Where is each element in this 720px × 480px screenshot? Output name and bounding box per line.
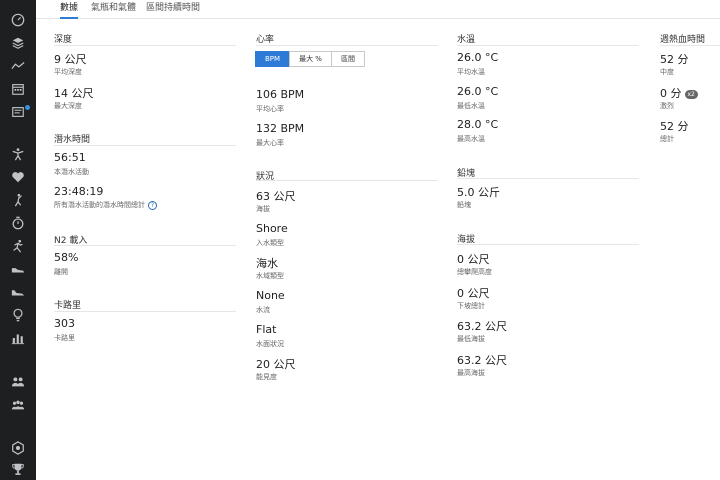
stopwatch-icon[interactable] <box>10 215 26 231</box>
heart-icon[interactable] <box>10 169 26 185</box>
elevation-value: 63.2 公尺 <box>457 320 507 333</box>
notification-dot <box>25 105 30 110</box>
tab-data[interactable]: 數據 <box>60 2 79 19</box>
divider <box>457 45 639 46</box>
elevation-value: 0 公尺 <box>457 287 490 300</box>
elevation-label: 最高海拔 <box>457 369 485 377</box>
conditions-value: 20 公尺 <box>256 358 296 371</box>
divider <box>54 311 236 312</box>
trophy-icon[interactable] <box>10 461 26 477</box>
water-temp-section-title: 水溫 <box>457 35 476 45</box>
zones-button[interactable]: 區間 <box>330 51 365 67</box>
elevation-value: 0 公尺 <box>457 253 490 266</box>
reports-icon[interactable] <box>10 104 26 120</box>
vigorous-value: 0 分 x2 <box>660 85 698 101</box>
conditions-value: Flat <box>256 323 277 336</box>
max-water-temp-value: 28.0 °C <box>457 118 499 131</box>
max-depth-value: 14 公尺 <box>54 87 94 100</box>
max-depth-label: 最大深度 <box>54 102 82 110</box>
divider <box>457 178 639 179</box>
elevation-label: 最低海拔 <box>457 335 485 343</box>
intensity-section-title: 週熱血時間 <box>660 35 706 45</box>
multiplier-badge: x2 <box>684 89 698 99</box>
elevation-label: 下坡總計 <box>457 302 485 310</box>
avg-water-temp-label: 平均水溫 <box>457 68 485 76</box>
avg-depth-value: 9 公尺 <box>54 53 87 66</box>
badge-icon[interactable] <box>10 440 26 456</box>
dive-time-value: 56:51 <box>54 151 86 164</box>
total-dive-time-label: 所有潛水活動的潛水時間總計? <box>54 200 157 210</box>
conditions-label: 水流 <box>256 306 270 314</box>
vigorous-value-text: 0 分 <box>660 87 682 100</box>
max-hr-label: 最大心率 <box>256 139 284 147</box>
calories-section-title: 卡路里 <box>54 301 82 311</box>
divider <box>54 145 236 146</box>
elevation-label: 總攀爬高度 <box>457 268 492 276</box>
total-dive-time-label-text: 所有潛水活動的潛水時間總計 <box>54 201 145 209</box>
divider <box>660 45 720 46</box>
divider <box>54 245 236 246</box>
lightbulb-icon[interactable] <box>10 307 26 323</box>
min-water-temp-value: 26.0 °C <box>457 85 499 98</box>
fitness-person-icon[interactable] <box>10 146 26 162</box>
avg-hr-value: 106 BPM <box>256 88 305 101</box>
divider <box>54 45 236 46</box>
total-intensity-label: 總計 <box>660 135 674 143</box>
dive-time-label: 本潛水活動 <box>54 168 89 176</box>
vigorous-label: 激烈 <box>660 102 674 110</box>
elevation-value: 63.2 公尺 <box>457 354 507 367</box>
conditions-label: 入水類型 <box>256 239 284 247</box>
heart-rate-unit-toggle: BPM 最大 % 區間 <box>255 51 365 67</box>
run-icon[interactable] <box>10 238 26 254</box>
weight-value: 5.0 公斤 <box>457 186 500 199</box>
connections-icon[interactable] <box>10 374 26 390</box>
tab-zone-duration[interactable]: 區間持續時間 <box>146 2 200 19</box>
conditions-label: 水面狀況 <box>256 340 284 348</box>
tab-tanks-gases[interactable]: 氣瓶和氣體 <box>91 2 136 19</box>
conditions-value: None <box>256 289 285 302</box>
calendar-icon[interactable] <box>10 81 26 97</box>
activity-line-icon[interactable] <box>10 58 26 74</box>
gauge-icon[interactable] <box>10 12 26 28</box>
max-water-temp-label: 最高水溫 <box>457 135 485 143</box>
conditions-value: Shore <box>256 222 288 235</box>
avg-depth-label: 平均深度 <box>54 68 82 76</box>
bar-chart-icon[interactable] <box>10 330 26 346</box>
avg-hr-label: 平均心率 <box>256 105 284 113</box>
moderate-value: 52 分 <box>660 53 689 66</box>
avg-water-temp-value: 26.0 °C <box>457 51 499 64</box>
calories-value: 303 <box>54 317 75 330</box>
sidebar <box>0 0 36 480</box>
moderate-label: 中度 <box>660 68 674 76</box>
total-dive-time-value: 23:48:19 <box>54 185 104 198</box>
help-icon[interactable]: ? <box>148 200 157 210</box>
calories-label: 卡路里 <box>54 334 75 342</box>
conditions-value: 海水 <box>256 257 278 270</box>
tab-bar: 數據 氣瓶和氣體 區間持續時間 <box>36 0 720 19</box>
weight-label: 鉛塊 <box>457 201 471 209</box>
golf-icon[interactable] <box>10 192 26 208</box>
divider <box>457 244 639 245</box>
n2-label: 離開 <box>54 268 68 276</box>
bpm-button[interactable]: BPM <box>255 51 291 67</box>
depth-section-title: 深度 <box>54 35 73 45</box>
divider <box>256 180 438 181</box>
max-hr-value: 132 BPM <box>256 122 305 135</box>
shoe-alt-icon[interactable] <box>10 284 26 300</box>
conditions-label: 能見度 <box>256 373 277 381</box>
conditions-label: 水域類型 <box>256 272 284 280</box>
heart-rate-section-title: 心率 <box>256 35 275 45</box>
dive-time-section-title: 潛水時間 <box>54 135 91 145</box>
n2-value: 58% <box>54 251 79 264</box>
conditions-value: 63 公尺 <box>256 190 296 203</box>
divider <box>256 45 438 46</box>
layers-icon[interactable] <box>10 35 26 51</box>
groups-icon[interactable] <box>10 397 26 413</box>
max-percent-button[interactable]: 最大 % <box>289 51 332 67</box>
min-water-temp-label: 最低水溫 <box>457 102 485 110</box>
total-intensity-value: 52 分 <box>660 120 689 133</box>
shoe-icon[interactable] <box>10 261 26 277</box>
conditions-label: 海拔 <box>256 205 270 213</box>
